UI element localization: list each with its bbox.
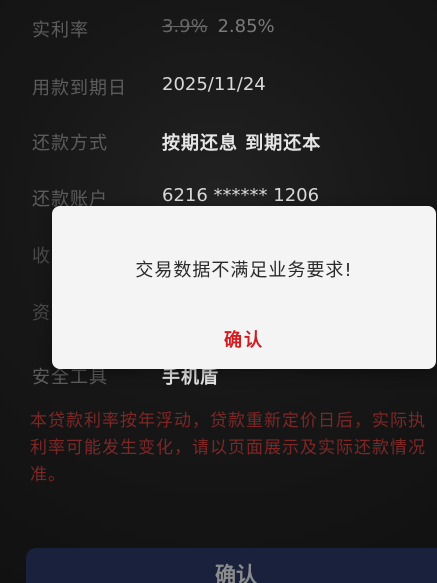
partially-hidden-label-1: 收: [32, 246, 51, 267]
bottom-confirm-button[interactable]: 确认: [26, 548, 437, 583]
repayment-account-value: 6216 ****** 1206: [162, 185, 320, 206]
rate-label: 实利率: [32, 20, 89, 41]
dialog-message: 交易数据不满足业务要求!: [135, 260, 353, 281]
rate-notice-line-1: 本贷款利率按年浮动，贷款重新定价日后，实际执: [30, 411, 426, 431]
repayment-method-label: 还款方式: [32, 133, 108, 154]
rate-notice-line-3: 准。: [30, 465, 66, 485]
due-date-value: 2025/11/24: [162, 74, 266, 95]
due-date-label: 用款到期日: [32, 78, 127, 99]
rate-notice: 本贷款利率按年浮动，贷款重新定价日后，实际执 利率可能发生变化，请以页面展示及实…: [30, 408, 430, 489]
loan-detail-screen: 实利率 3.9% 2.85% 用款到期日 2025/11/24 还款方式 按期还…: [0, 0, 437, 583]
current-rate-value: 2.85%: [217, 16, 275, 37]
repayment-method-value: 按期还息 到期还本: [162, 133, 322, 154]
old-rate-value: 3.9%: [162, 16, 208, 37]
error-dialog: 交易数据不满足业务要求! 确认: [52, 206, 436, 369]
partially-hidden-label-2: 资: [32, 303, 51, 324]
dialog-confirm-button[interactable]: 确认: [52, 326, 436, 352]
rate-notice-line-2: 利率可能发生变化，请以页面展示及实际还款情况: [30, 438, 426, 458]
rate-value: 3.9% 2.85%: [162, 16, 275, 37]
